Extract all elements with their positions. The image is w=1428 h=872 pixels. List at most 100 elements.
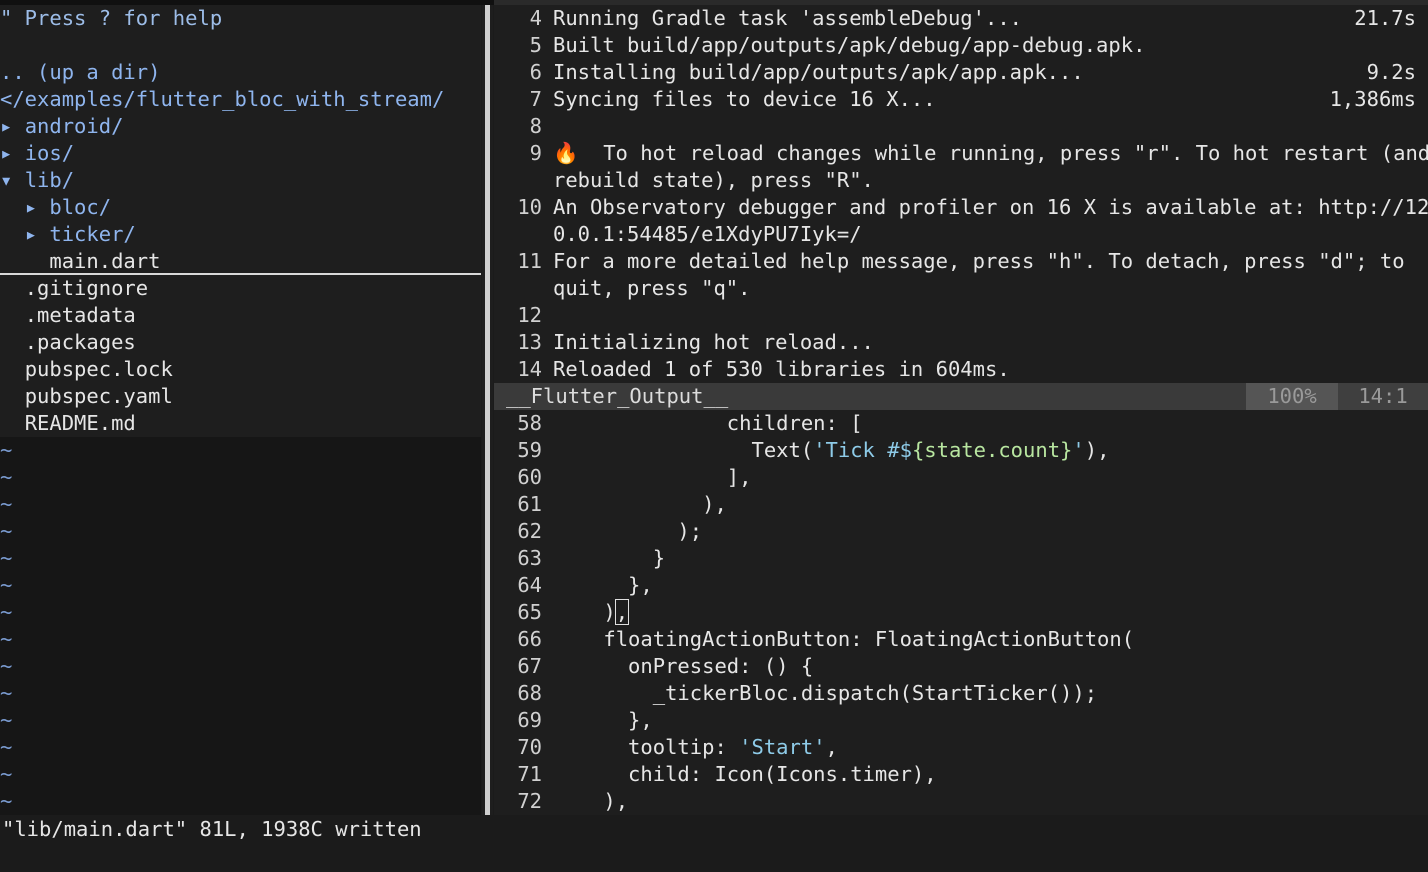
code-text: tooltip: [554,735,740,759]
code-text: ); [554,519,703,543]
tilde-marker: ~ [0,654,13,678]
tree-item-ios[interactable]: ▸ ios/ [0,140,481,167]
text-cursor: , [614,599,630,625]
code-text: ), [1084,438,1110,462]
tree-item-readme[interactable]: README.md [0,410,481,437]
tree-item-label: bloc/ [49,195,112,219]
tree-item-label: pubspec.lock [24,357,173,381]
tilde-marker: ~ [0,627,13,651]
tree-item-label: ticker/ [49,222,136,246]
code-text: Text( [554,438,814,462]
tree-item-label: lib/ [24,168,75,192]
output-duration [1416,32,1428,59]
tree-item-bloc[interactable]: ▸ bloc/ [0,194,481,221]
tree-item-label: android/ [24,114,124,138]
tree-item-ticker[interactable]: ▸ ticker/ [0,221,481,248]
code-text: child: Icon(Icons.timer), [554,762,937,786]
output-text: For a more detailed help message, press … [553,249,1405,273]
line-number: 63 [517,546,542,570]
tree-item-label: pubspec.yaml [24,384,173,408]
split-bar [485,5,490,815]
command-line[interactable]: "lib/main.dart" 81L, 1938C written [0,815,1428,872]
output-line: 14 Reloaded 1 of 530 libraries in 604ms. [494,356,1428,383]
code-text: } [554,546,666,570]
tilde-marker: ~ [0,681,13,705]
tree-empty-area: ~ ~ ~ ~ ~ ~ ~ ~ ~ ~ ~ ~ ~ ~ [0,437,481,815]
string-literal: 'Tick # [813,438,900,462]
code-text: children: [ [554,411,863,435]
line-number: 69 [517,708,542,732]
line-number: 12 [517,303,542,327]
tree-item-main-dart[interactable]: main.dart [0,248,481,275]
output-line: quit, press "q". [494,275,1428,302]
tree-help-text: " Press ? for help [0,6,223,30]
code-text: , [825,735,838,759]
line-number: 65 [517,600,542,624]
tree-item-android[interactable]: ▸ android/ [0,113,481,140]
line-number: 6 [529,60,542,84]
file-tree-pane[interactable]: " Press ? for help .. (up a dir) </examp… [0,5,481,815]
code-line: 67 onPressed: () { [494,653,1428,680]
tree-item-pubspec-yaml[interactable]: pubspec.yaml [0,383,481,410]
code-line: 63 } [494,545,1428,572]
code-line: 60 ], [494,464,1428,491]
tree-up-dir[interactable]: .. (up a dir) [0,59,481,86]
code-line: 58 children: [ [494,410,1428,437]
tilde-marker: ~ [0,708,13,732]
tilde-marker: ~ [0,465,13,489]
tilde-marker: ~ [0,573,13,597]
tree-item-lib[interactable]: ▾ lib/ [0,167,481,194]
line-number: 9 [529,141,542,165]
vertical-split-divider[interactable] [482,5,493,815]
expanded-arrow-icon: ▾ [0,168,25,192]
output-text: rebuild state), press "R". [553,168,874,192]
code-text: onPressed: () { [554,654,814,678]
code-text: ) [554,600,616,624]
code-text: ), [554,789,629,813]
scroll-percent: 100% [1246,383,1338,410]
line-number: 62 [517,519,542,543]
tree-item-label: .packages [24,330,136,354]
tree-item-label: .gitignore [24,276,149,300]
output-line: 10 An Observatory debugger and profiler o… [494,194,1428,221]
line-number: 58 [517,411,542,435]
tilde-marker: ~ [0,600,13,624]
tree-item-label: main.dart [49,249,161,273]
code-text: floatingActionButton: FloatingActionButt… [554,627,1135,651]
string-literal: 'Start' [739,735,826,759]
tree-item-metadata[interactable]: .metadata [0,302,481,329]
tilde-marker: ~ [0,492,13,516]
output-text: Installing build/app/outputs/apk/app.apk… [553,60,1084,84]
tree-item-packages[interactable]: .packages [0,329,481,356]
line-number: 61 [517,492,542,516]
cursor-position: 14:1 [1338,383,1428,410]
output-text: Syncing files to device 16 X... [553,87,936,111]
code-line: 65 ), [494,599,1428,626]
line-number: 70 [517,735,542,759]
output-line: 8 [494,113,1428,140]
line-number: 4 [529,6,542,30]
tilde-marker: ~ [0,519,13,543]
tree-item-label: README.md [24,411,136,435]
code-line: 72 ), [494,788,1428,815]
output-line: 5 Built build/app/outputs/apk/debug/app-d… [494,32,1428,59]
line-number: 64 [517,573,542,597]
line-number [494,221,542,248]
tilde-marker: ~ [0,546,13,570]
tree-item-gitignore[interactable]: .gitignore [0,275,481,302]
output-text: Initializing hot reload... [553,330,874,354]
code-line: 66 floatingActionButton: FloatingActionB… [494,626,1428,653]
tree-root-path[interactable]: </examples/flutter_bloc_with_stream/ [0,86,481,113]
output-text: quit, press "q". [553,276,751,300]
tree-item-pubspec-lock[interactable]: pubspec.lock [0,356,481,383]
line-number: 10 [517,195,542,219]
code-editor-pane[interactable]: 58 children: [ 59 Text('Tick #${state.co… [494,410,1428,815]
output-line: rebuild state), press "R". [494,167,1428,194]
flutter-output-pane[interactable]: 4 Running Gradle task 'assembleDebug'... 2… [494,5,1428,383]
line-number: 8 [529,114,542,138]
output-duration: 21.7s [1354,6,1416,30]
line-number: 11 [517,249,542,273]
collapsed-arrow-icon: ▸ [0,141,25,165]
